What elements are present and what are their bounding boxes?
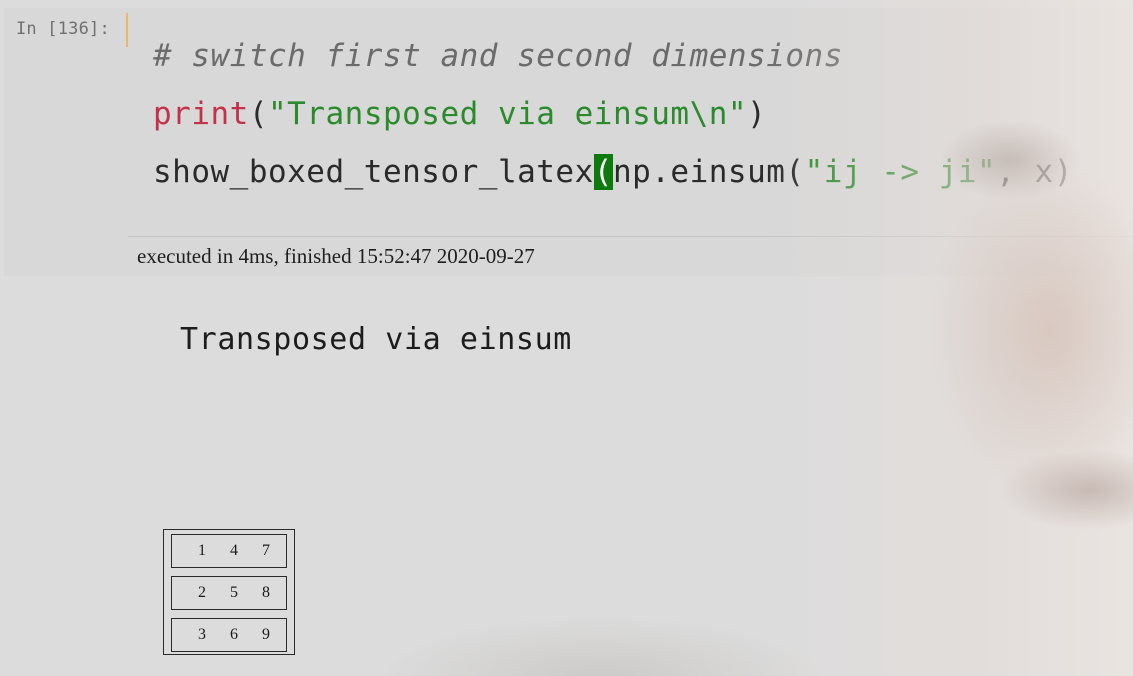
- code-line-print[interactable]: print("Transposed via einsum\n"): [153, 96, 766, 132]
- tensor-cell: 2: [198, 584, 206, 601]
- text-cursor-paren: (: [593, 154, 613, 190]
- code-line-comment[interactable]: # switch first and second dimensions: [153, 38, 843, 74]
- execution-divider: [128, 236, 1133, 237]
- tensor-cell: 9: [262, 626, 270, 643]
- code-line-show[interactable]: show_boxed_tensor_latex(np.einsum("ij ->…: [153, 154, 1073, 190]
- tensor-cell: 6: [230, 626, 238, 643]
- einsum-call: np.einsum(: [612, 154, 805, 190]
- cell-focus-indicator: [126, 13, 128, 47]
- tensor-cell: 8: [262, 584, 270, 601]
- tensor-cell: 1: [198, 542, 206, 559]
- execution-time-info: executed in 4ms, finished 15:52:47 2020-…: [137, 244, 535, 268]
- output-text: Transposed via einsum: [180, 322, 572, 357]
- function-name: show_boxed_tensor_latex: [153, 154, 594, 190]
- tensor-cell: 5: [230, 584, 238, 601]
- print-keyword: print: [153, 96, 249, 132]
- call-args-rest: , x): [996, 154, 1073, 190]
- close-paren: ): [747, 96, 767, 132]
- boxed-tensor: 1 4 7 2 5 8 3 6 9: [163, 529, 295, 655]
- tensor-cell: 3: [198, 626, 206, 643]
- tensor-row: 2 5 8: [171, 576, 287, 610]
- input-prompt: In [136]:: [16, 19, 110, 39]
- tensor-row: 3 6 9: [171, 618, 287, 652]
- string-literal: "Transposed via einsum\n": [268, 96, 748, 132]
- tensor-row: 1 4 7: [171, 534, 287, 568]
- code-comment: # switch first and second dimensions: [153, 38, 843, 74]
- einsum-subscripts-string: "ij -> ji": [804, 154, 997, 190]
- notebook-cell[interactable]: In [136]: # switch first and second dime…: [0, 0, 1133, 676]
- tensor-cell: 4: [230, 542, 238, 559]
- tensor-cell: 7: [262, 542, 270, 559]
- open-paren: (: [248, 96, 268, 132]
